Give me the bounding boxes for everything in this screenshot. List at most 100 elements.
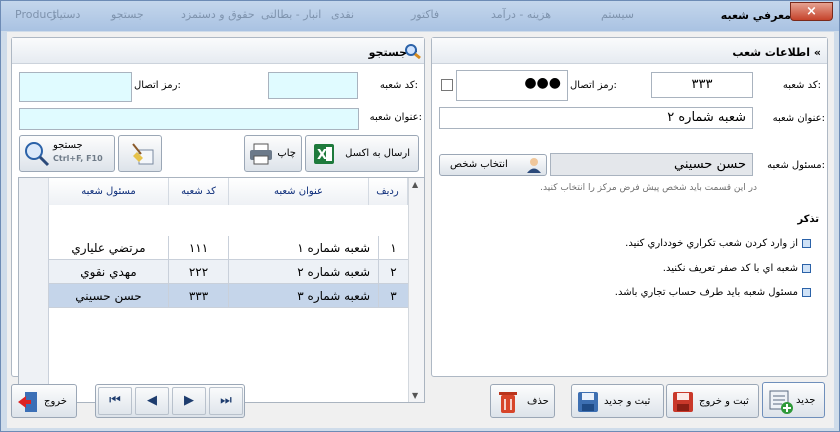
delete-label: حذف xyxy=(527,396,549,407)
new-button[interactable]: جديد xyxy=(762,382,825,418)
print-label: چاپ xyxy=(277,148,296,159)
search-branch-code-label: كد شعبه: xyxy=(379,80,418,91)
cell-title: شعبه شماره ١ xyxy=(229,236,379,260)
save-new-label: ثبت و جديد xyxy=(604,396,651,407)
manager-label: مسئول شعبه: xyxy=(767,160,825,171)
trash-icon xyxy=(499,392,517,413)
info-panel-header: » اطلاعات شعب xyxy=(432,38,827,64)
cell-row-num: ١ xyxy=(379,236,409,260)
save-disk-icon xyxy=(578,392,598,412)
note-item: از وارد كردن شعب تكراري خودداري كنيد. xyxy=(625,238,811,249)
table-row[interactable]: ٢ شعبه شماره ٢ ٢٢٢ مهدي نقوي xyxy=(49,260,409,284)
ghost-text: دستیار xyxy=(51,8,81,21)
excel-icon: X xyxy=(314,144,334,164)
cell-code: ٢٢٢ xyxy=(169,260,229,284)
contact-code-input[interactable]: ●●● xyxy=(456,70,568,101)
cell-manager: مهدي نقوي xyxy=(49,260,169,284)
contact-code-checkbox[interactable] xyxy=(441,79,453,91)
magnifier-icon xyxy=(25,142,50,167)
cell-row-num: ٢ xyxy=(379,260,409,284)
branch-title-input[interactable]: شعبه شماره ٢ xyxy=(439,107,753,129)
svg-text:X: X xyxy=(317,148,327,163)
note-item: مسئول شعبه بايد طرف حساب تجاري باشد. xyxy=(615,287,811,298)
exit-button[interactable]: خروج xyxy=(11,384,77,418)
branches-table[interactable]: رديف عنوان شعبه كد شعبه مسئول شعبه ١ شعب… xyxy=(18,177,425,403)
previous-record-icon[interactable]: ◀ xyxy=(135,387,169,415)
ghost-text: حقوق و دستمزد xyxy=(181,8,255,21)
table-row[interactable]: ١ شعبه شماره ١ ١١١ مرتضي علياري xyxy=(49,236,409,260)
ghost-text: سیستم xyxy=(601,8,634,21)
window-title: معرفي شعبه xyxy=(720,9,791,22)
search-panel-header: » جستجو xyxy=(12,38,424,64)
note-text: مسئول شعبه بايد طرف حساب تجاري باشد. xyxy=(614,287,798,298)
manager-hint: در اين قسمت بايد شخص پيش فرض مركز را انت… xyxy=(540,183,757,193)
ghost-text: نقدی xyxy=(331,8,355,21)
info-panel: » اطلاعات شعب كد شعبه: ٣٣٣ رمز اتصال: ●●… xyxy=(431,37,828,377)
print-button[interactable]: چاپ xyxy=(244,135,302,172)
branch-code-label: كد شعبه: xyxy=(782,80,821,91)
scroll-up-icon[interactable]: ▲ xyxy=(412,180,418,189)
select-person-button[interactable]: انتخاب شخص xyxy=(439,154,547,176)
search-contact-code-input[interactable] xyxy=(19,72,132,102)
save-exit-button[interactable]: ثبت و خروج xyxy=(666,384,759,418)
note-text: شعبه اي با كد صفر تعريف نكنيد. xyxy=(662,263,798,274)
first-record-icon[interactable]: ⏮ xyxy=(98,387,132,415)
vertical-scrollbar[interactable]: ▲ ▼ xyxy=(408,178,424,402)
broom-icon xyxy=(132,143,154,165)
contact-code-label: رمز اتصال: xyxy=(570,80,617,91)
column-header-manager[interactable]: مسئول شعبه xyxy=(49,178,169,205)
ghost-text: انبار - بطالتی xyxy=(261,8,322,21)
export-excel-button[interactable]: X ارسال به اكسل xyxy=(305,135,419,172)
title-bar: Product جستجو سیستم هزینه - درآمد فاکتور… xyxy=(1,1,839,31)
printer-icon xyxy=(250,143,272,165)
exit-label: خروج xyxy=(44,396,67,407)
note-bullet-icon xyxy=(802,288,811,297)
search-branch-title-label: عنوان شعبه: xyxy=(369,112,422,123)
exit-door-icon xyxy=(18,392,37,412)
scroll-down-icon[interactable]: ▼ xyxy=(412,391,418,400)
last-record-icon[interactable]: ⏭ xyxy=(209,387,243,415)
person-icon xyxy=(527,158,541,173)
search-label: جستجو xyxy=(53,140,83,151)
info-panel-title: » اطلاعات شعب xyxy=(732,46,821,59)
search-icon xyxy=(405,44,421,59)
note-text: از وارد كردن شعب تكراري خودداري كنيد. xyxy=(625,238,798,249)
ghost-text: فاکتور xyxy=(411,8,440,21)
search-button[interactable]: جستجو Ctrl+F, F10 xyxy=(19,135,115,172)
cell-code: ٣٣٣ xyxy=(169,284,229,308)
record-navigator: ⏮ ◀ ▶ ⏭ xyxy=(95,384,245,418)
new-document-icon xyxy=(769,390,793,414)
save-disk-red-icon xyxy=(673,392,693,412)
cell-manager: حسن حسيني xyxy=(49,284,169,308)
cell-title: شعبه شماره ٢ xyxy=(229,260,379,284)
column-header-code[interactable]: كد شعبه xyxy=(169,178,229,205)
note-item: شعبه اي با كد صفر تعريف نكنيد. xyxy=(663,263,811,274)
delete-button[interactable]: حذف xyxy=(490,384,555,418)
search-contact-code-label: رمز اتصال: xyxy=(134,80,181,91)
next-record-icon[interactable]: ▶ xyxy=(172,387,206,415)
cell-code: ١١١ xyxy=(169,236,229,260)
export-excel-label: ارسال به اكسل xyxy=(345,148,410,159)
clear-button[interactable] xyxy=(118,135,162,172)
row-header-column xyxy=(19,205,49,402)
manager-input[interactable]: حسن حسيني xyxy=(550,153,753,176)
note-bullet-icon xyxy=(802,239,811,248)
column-header-title[interactable]: عنوان شعبه xyxy=(229,178,369,205)
save-new-button[interactable]: ثبت و جديد xyxy=(571,384,664,418)
select-person-label: انتخاب شخص xyxy=(450,159,508,170)
new-label: جديد xyxy=(796,395,816,406)
cell-title: شعبه شماره ٣ xyxy=(229,284,379,308)
branch-code-input[interactable]: ٣٣٣ xyxy=(651,72,753,98)
note-bullet-icon xyxy=(802,264,811,273)
close-button[interactable]: × xyxy=(790,2,833,21)
save-exit-label: ثبت و خروج xyxy=(699,396,749,407)
search-branch-code-input[interactable] xyxy=(268,72,358,99)
ghost-text: هزینه - درآمد xyxy=(491,8,552,21)
cell-manager: مرتضي علياري xyxy=(49,236,169,260)
column-header-row-num[interactable]: رديف xyxy=(368,178,408,205)
search-branch-title-input[interactable] xyxy=(19,108,359,130)
search-shortcut-label: Ctrl+F, F10 xyxy=(53,154,103,163)
table-row-selected[interactable]: ٣ شعبه شماره ٣ ٣٣٣ حسن حسيني xyxy=(49,284,409,308)
cell-row-num: ٣ xyxy=(379,284,409,308)
notes-title: تذكر xyxy=(797,214,819,225)
